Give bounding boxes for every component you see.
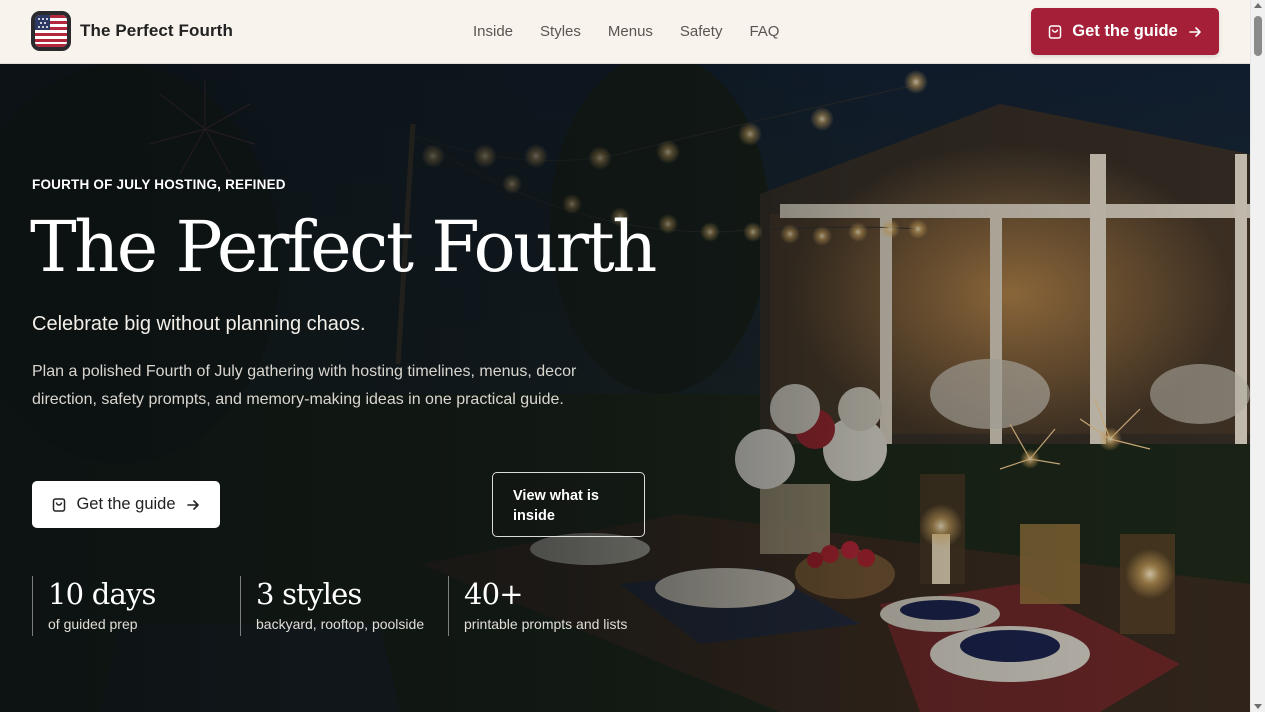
page-scrollbar[interactable] — [1250, 0, 1265, 712]
nav-faq[interactable]: FAQ — [749, 23, 779, 40]
stat-label: printable prompts and lists — [464, 616, 628, 632]
scroll-down-icon[interactable] — [1254, 704, 1262, 709]
stat-styles: 3 styles backyard, rooftop, poolside — [240, 576, 448, 636]
brand[interactable]: The Perfect Fourth — [31, 11, 233, 51]
scroll-thumb[interactable] — [1254, 16, 1262, 56]
hero-description: Plan a polished Fourth of July gathering… — [32, 363, 577, 408]
flag-logo-icon — [31, 11, 71, 51]
stat-prompts: 40+ printable prompts and lists — [448, 576, 658, 636]
stat-value: 10 days — [48, 577, 156, 611]
arrow-right-icon — [1188, 26, 1201, 37]
nav-safety[interactable]: Safety — [680, 23, 723, 40]
main-nav: Inside Styles Menus Safety FAQ — [473, 23, 779, 40]
brand-name: The Perfect Fourth — [80, 21, 233, 40]
get-guide-label: Get the guide — [76, 495, 176, 513]
shopping-bag-icon — [1049, 24, 1062, 39]
arrow-right-icon — [186, 499, 199, 510]
get-guide-button-hero[interactable]: Get the guide — [32, 481, 220, 528]
nav-menus[interactable]: Menus — [608, 23, 653, 40]
hero-stats: 10 days of guided prep 3 styles backyard… — [32, 576, 658, 636]
hero-headline: The Perfect Fourth — [30, 206, 657, 288]
hero-section: FOURTH OF JULY HOSTING, REFINED The Perf… — [0, 64, 1250, 712]
site-header: The Perfect Fourth Inside Styles Menus S… — [0, 0, 1250, 64]
stat-value: 3 styles — [256, 577, 362, 611]
nav-inside[interactable]: Inside — [473, 23, 513, 40]
get-guide-button-header[interactable]: Get the guide — [1031, 8, 1219, 55]
shopping-bag-icon — [53, 497, 66, 512]
hero-eyebrow: FOURTH OF JULY HOSTING, REFINED — [32, 177, 286, 192]
stat-label: backyard, rooftop, poolside — [256, 616, 425, 632]
view-inside-button[interactable]: View what is inside — [492, 472, 645, 537]
hero-subhead: Celebrate big without planning chaos. — [32, 313, 366, 335]
stat-prep-days: 10 days of guided prep — [32, 576, 240, 636]
nav-styles[interactable]: Styles — [540, 23, 581, 40]
stat-value: 40+ — [464, 577, 524, 611]
stat-label: of guided prep — [48, 616, 138, 632]
scroll-up-icon[interactable] — [1254, 3, 1262, 8]
get-guide-label: Get the guide — [1072, 22, 1178, 40]
